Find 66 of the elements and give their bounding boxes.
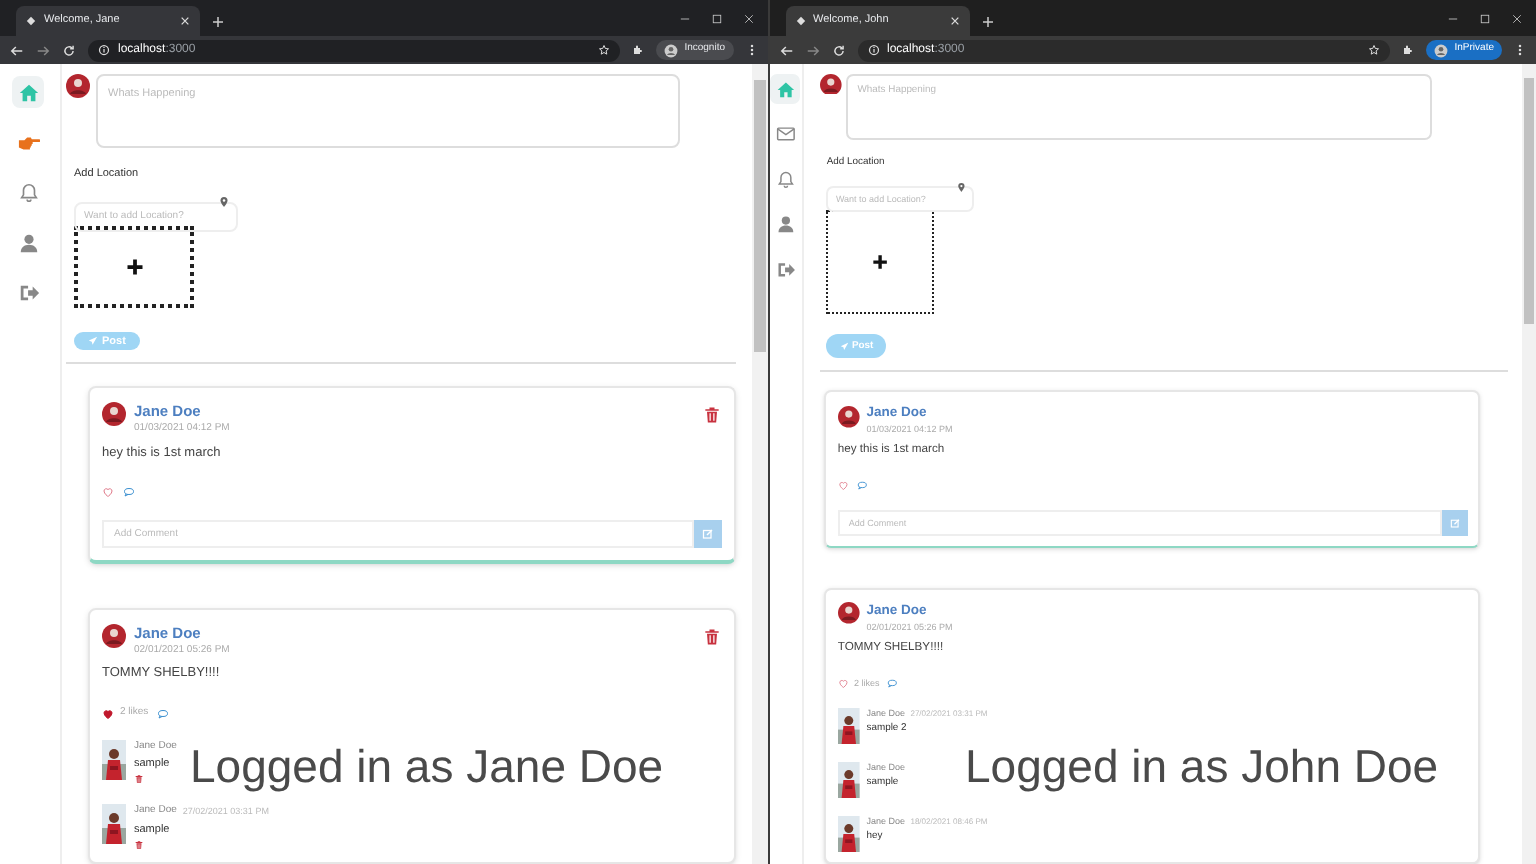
send-icon: [88, 336, 98, 347]
minimize-icon[interactable]: [679, 13, 689, 23]
more-icon[interactable]: [1514, 44, 1526, 56]
mail-icon: [775, 124, 796, 145]
logout-icon: [775, 259, 796, 279]
user-icon: [17, 231, 39, 253]
trash-icon[interactable]: [702, 404, 722, 426]
comment-icon[interactable]: [855, 480, 869, 491]
favicon-icon: [795, 16, 805, 26]
image-upload-box[interactable]: [74, 226, 194, 309]
trash-icon[interactable]: [702, 625, 722, 647]
avatar: [102, 402, 126, 426]
star-icon[interactable]: [1368, 44, 1381, 56]
more-icon[interactable]: [745, 44, 757, 56]
edit-icon: [702, 527, 714, 539]
scrollbar[interactable]: [751, 64, 767, 864]
back-icon[interactable]: [10, 43, 24, 57]
star-icon[interactable]: [598, 44, 611, 56]
avatar: [102, 623, 126, 647]
info-icon: [98, 44, 110, 56]
comment-icon[interactable]: [886, 678, 900, 690]
home-icon: [775, 79, 796, 100]
forward-icon[interactable]: [36, 43, 50, 57]
bell-icon: [775, 169, 796, 189]
location-pin-icon: [218, 195, 230, 208]
info-icon: [867, 44, 879, 56]
logout-icon: [17, 281, 39, 303]
profile-icon: [1434, 43, 1449, 57]
reload-icon[interactable]: [62, 43, 76, 57]
user-icon: [775, 214, 796, 234]
image-upload-box[interactable]: [826, 210, 935, 314]
plus-icon: [872, 253, 889, 270]
maximize-icon[interactable]: [711, 13, 721, 23]
caption-text: Logged in as John Doe: [965, 738, 1439, 796]
extensions-icon[interactable]: [632, 44, 645, 56]
new-tab-icon[interactable]: [981, 16, 993, 28]
profile-icon: [664, 43, 679, 57]
forward-icon[interactable]: [805, 43, 819, 57]
close-icon[interactable]: [1512, 13, 1522, 23]
filled-heart-icon[interactable]: [102, 707, 114, 720]
back-icon[interactable]: [779, 43, 793, 57]
close-icon[interactable]: [743, 13, 753, 23]
avatar: [819, 73, 842, 95]
caption-text: Logged in as Jane Doe: [190, 738, 664, 796]
maximize-icon[interactable]: [1480, 13, 1490, 23]
favicon-icon: [26, 16, 36, 26]
reload-icon[interactable]: [831, 43, 845, 57]
trash-icon[interactable]: [134, 840, 144, 850]
avatar: [66, 74, 90, 98]
scrollbar[interactable]: [1521, 64, 1536, 864]
edit-icon: [1449, 517, 1461, 529]
comment-icon[interactable]: [156, 707, 171, 720]
minimize-icon[interactable]: [1448, 13, 1458, 23]
new-tab-icon[interactable]: [212, 16, 224, 28]
bell-icon: [17, 181, 39, 203]
trash-icon[interactable]: [134, 774, 144, 785]
location-pin-icon: [956, 182, 968, 194]
comment-icon[interactable]: [122, 485, 136, 497]
close-icon[interactable]: [180, 16, 190, 26]
close-icon[interactable]: [949, 16, 959, 26]
avatar: [837, 602, 860, 625]
extensions-icon[interactable]: [1402, 44, 1415, 56]
avatar: [837, 405, 860, 428]
plus-icon: [125, 258, 143, 277]
send-icon: [839, 342, 849, 352]
home-icon: [17, 81, 39, 103]
